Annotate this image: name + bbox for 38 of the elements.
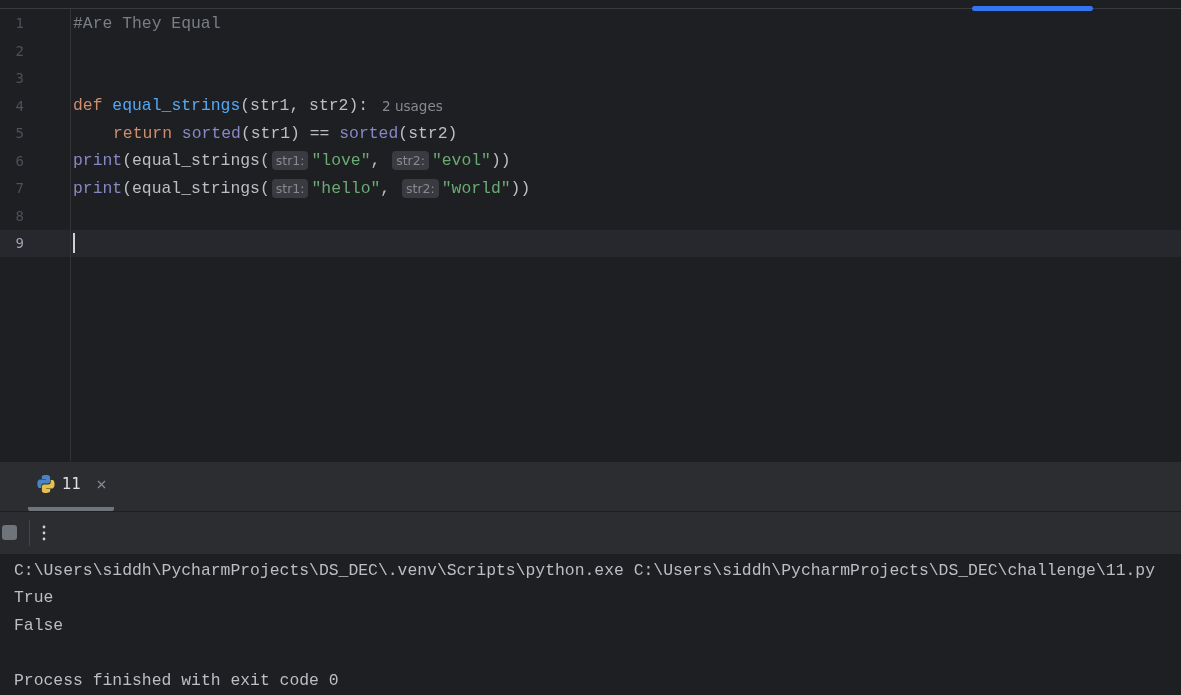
stop-icon[interactable] [2,525,17,541]
code-token: , [370,151,382,171]
code-token: "hello" [311,178,381,198]
python-icon [36,474,56,495]
tab-label: 11 [62,475,82,494]
parameter-hint: str1: [271,151,309,171]
text-caret [73,233,75,254]
code-token: "evol" [431,151,491,171]
parameter-hint: str1: [271,178,309,198]
code-token: #Are They Equal [73,13,221,33]
run-tab[interactable]: 11 [28,461,115,511]
code-token: (equal_strings( [122,178,270,198]
line-number: 9 [14,235,24,252]
exit-message: Process finished with exit code 0 [14,670,340,693]
code-token: equal_strings [112,96,241,116]
code-token: )) [490,151,511,171]
close-icon[interactable] [97,479,107,489]
code-token: (str2) [398,123,458,143]
code-token: sorted [339,123,399,143]
code-token: "world" [441,178,511,198]
console-line: False [14,614,65,637]
more-icon[interactable] [42,524,46,541]
code-token: (str1, str2): [240,96,369,116]
parameter-hint: str2: [392,151,429,171]
code-token: sorted [181,123,241,143]
code-token: return [113,123,174,143]
code-token: (str1) == [240,123,331,143]
code-token: print [73,178,123,198]
code-token: (equal_strings( [122,151,270,171]
console-line: C:\Users\siddh\PycharmProjects\DS_DEC\.venv\Scripts\python.exe C:\Users\siddh\PycharmProjects\DS_DEC\challenge\11.py [14,559,1156,582]
parameter-hint: str2: [402,178,439,198]
console-line: True [14,587,55,610]
usages-hint[interactable]: 2 usages [382,97,443,114]
code-token: )) [510,178,531,198]
code-token: print [73,151,123,171]
code-token: def [73,96,104,116]
code-token: "love" [311,151,371,171]
code-token: , [380,178,392,198]
